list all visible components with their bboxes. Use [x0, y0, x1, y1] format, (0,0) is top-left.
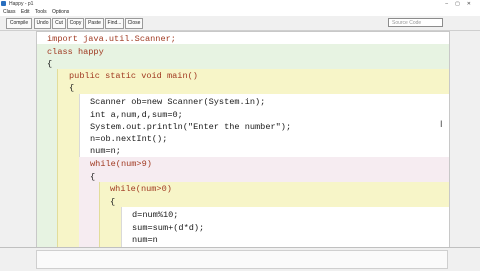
code-line: public static void main()	[69, 71, 198, 81]
code-line: {	[110, 197, 116, 207]
menu-bar: Class Edit Tools Options	[0, 8, 480, 16]
code-line: n=ob.nextInt();	[90, 134, 168, 144]
window-controls[interactable]: –▢✕	[445, 0, 478, 8]
bluej-icon	[1, 1, 6, 6]
menu-edit[interactable]: Edit	[21, 9, 30, 15]
title-bar: Happy - p1 –▢✕	[0, 0, 480, 8]
code-editor[interactable]: import java.util.Scanner; class happy { …	[36, 31, 450, 248]
code-line: while(num>9)	[90, 159, 152, 169]
code-line: {	[69, 83, 75, 93]
toolbar: Compile Undo Cut Copy Paste Find... Clos…	[0, 16, 480, 31]
source-code-select[interactable]: Source Code	[388, 18, 443, 27]
status-pane	[36, 250, 448, 269]
code-line: class happy	[47, 47, 104, 57]
code-line: sum=sum+(d*d);	[132, 223, 205, 233]
paste-button[interactable]: Paste	[85, 18, 104, 29]
compile-button[interactable]: Compile	[6, 18, 32, 29]
close-button[interactable]: Close	[125, 18, 143, 29]
menu-tools[interactable]: Tools	[35, 9, 47, 15]
code-line: {	[90, 172, 96, 182]
code-line: d=num%10;	[132, 210, 179, 220]
message-area	[0, 247, 480, 271]
code-line: num=n;	[90, 146, 121, 156]
menu-options[interactable]: Options	[52, 9, 69, 15]
cut-button[interactable]: Cut	[52, 18, 66, 29]
find-button[interactable]: Find...	[105, 18, 124, 29]
code-line: {	[47, 59, 53, 69]
code-line: num=n	[132, 235, 158, 245]
code-line: System.out.println("Enter the number");	[90, 122, 292, 132]
code-line: import java.util.Scanner;	[47, 34, 176, 44]
code-line: while(num>0)	[110, 184, 172, 194]
code-line: int a,num,d,sum=0;	[90, 110, 183, 120]
window-title: Happy - p1	[9, 1, 34, 7]
menu-class[interactable]: Class	[3, 9, 16, 15]
undo-button[interactable]: Undo	[34, 18, 51, 29]
text-cursor-icon: I	[440, 119, 443, 129]
code-line: Scanner ob=new Scanner(System.in);	[90, 97, 266, 107]
copy-button[interactable]: Copy	[67, 18, 84, 29]
